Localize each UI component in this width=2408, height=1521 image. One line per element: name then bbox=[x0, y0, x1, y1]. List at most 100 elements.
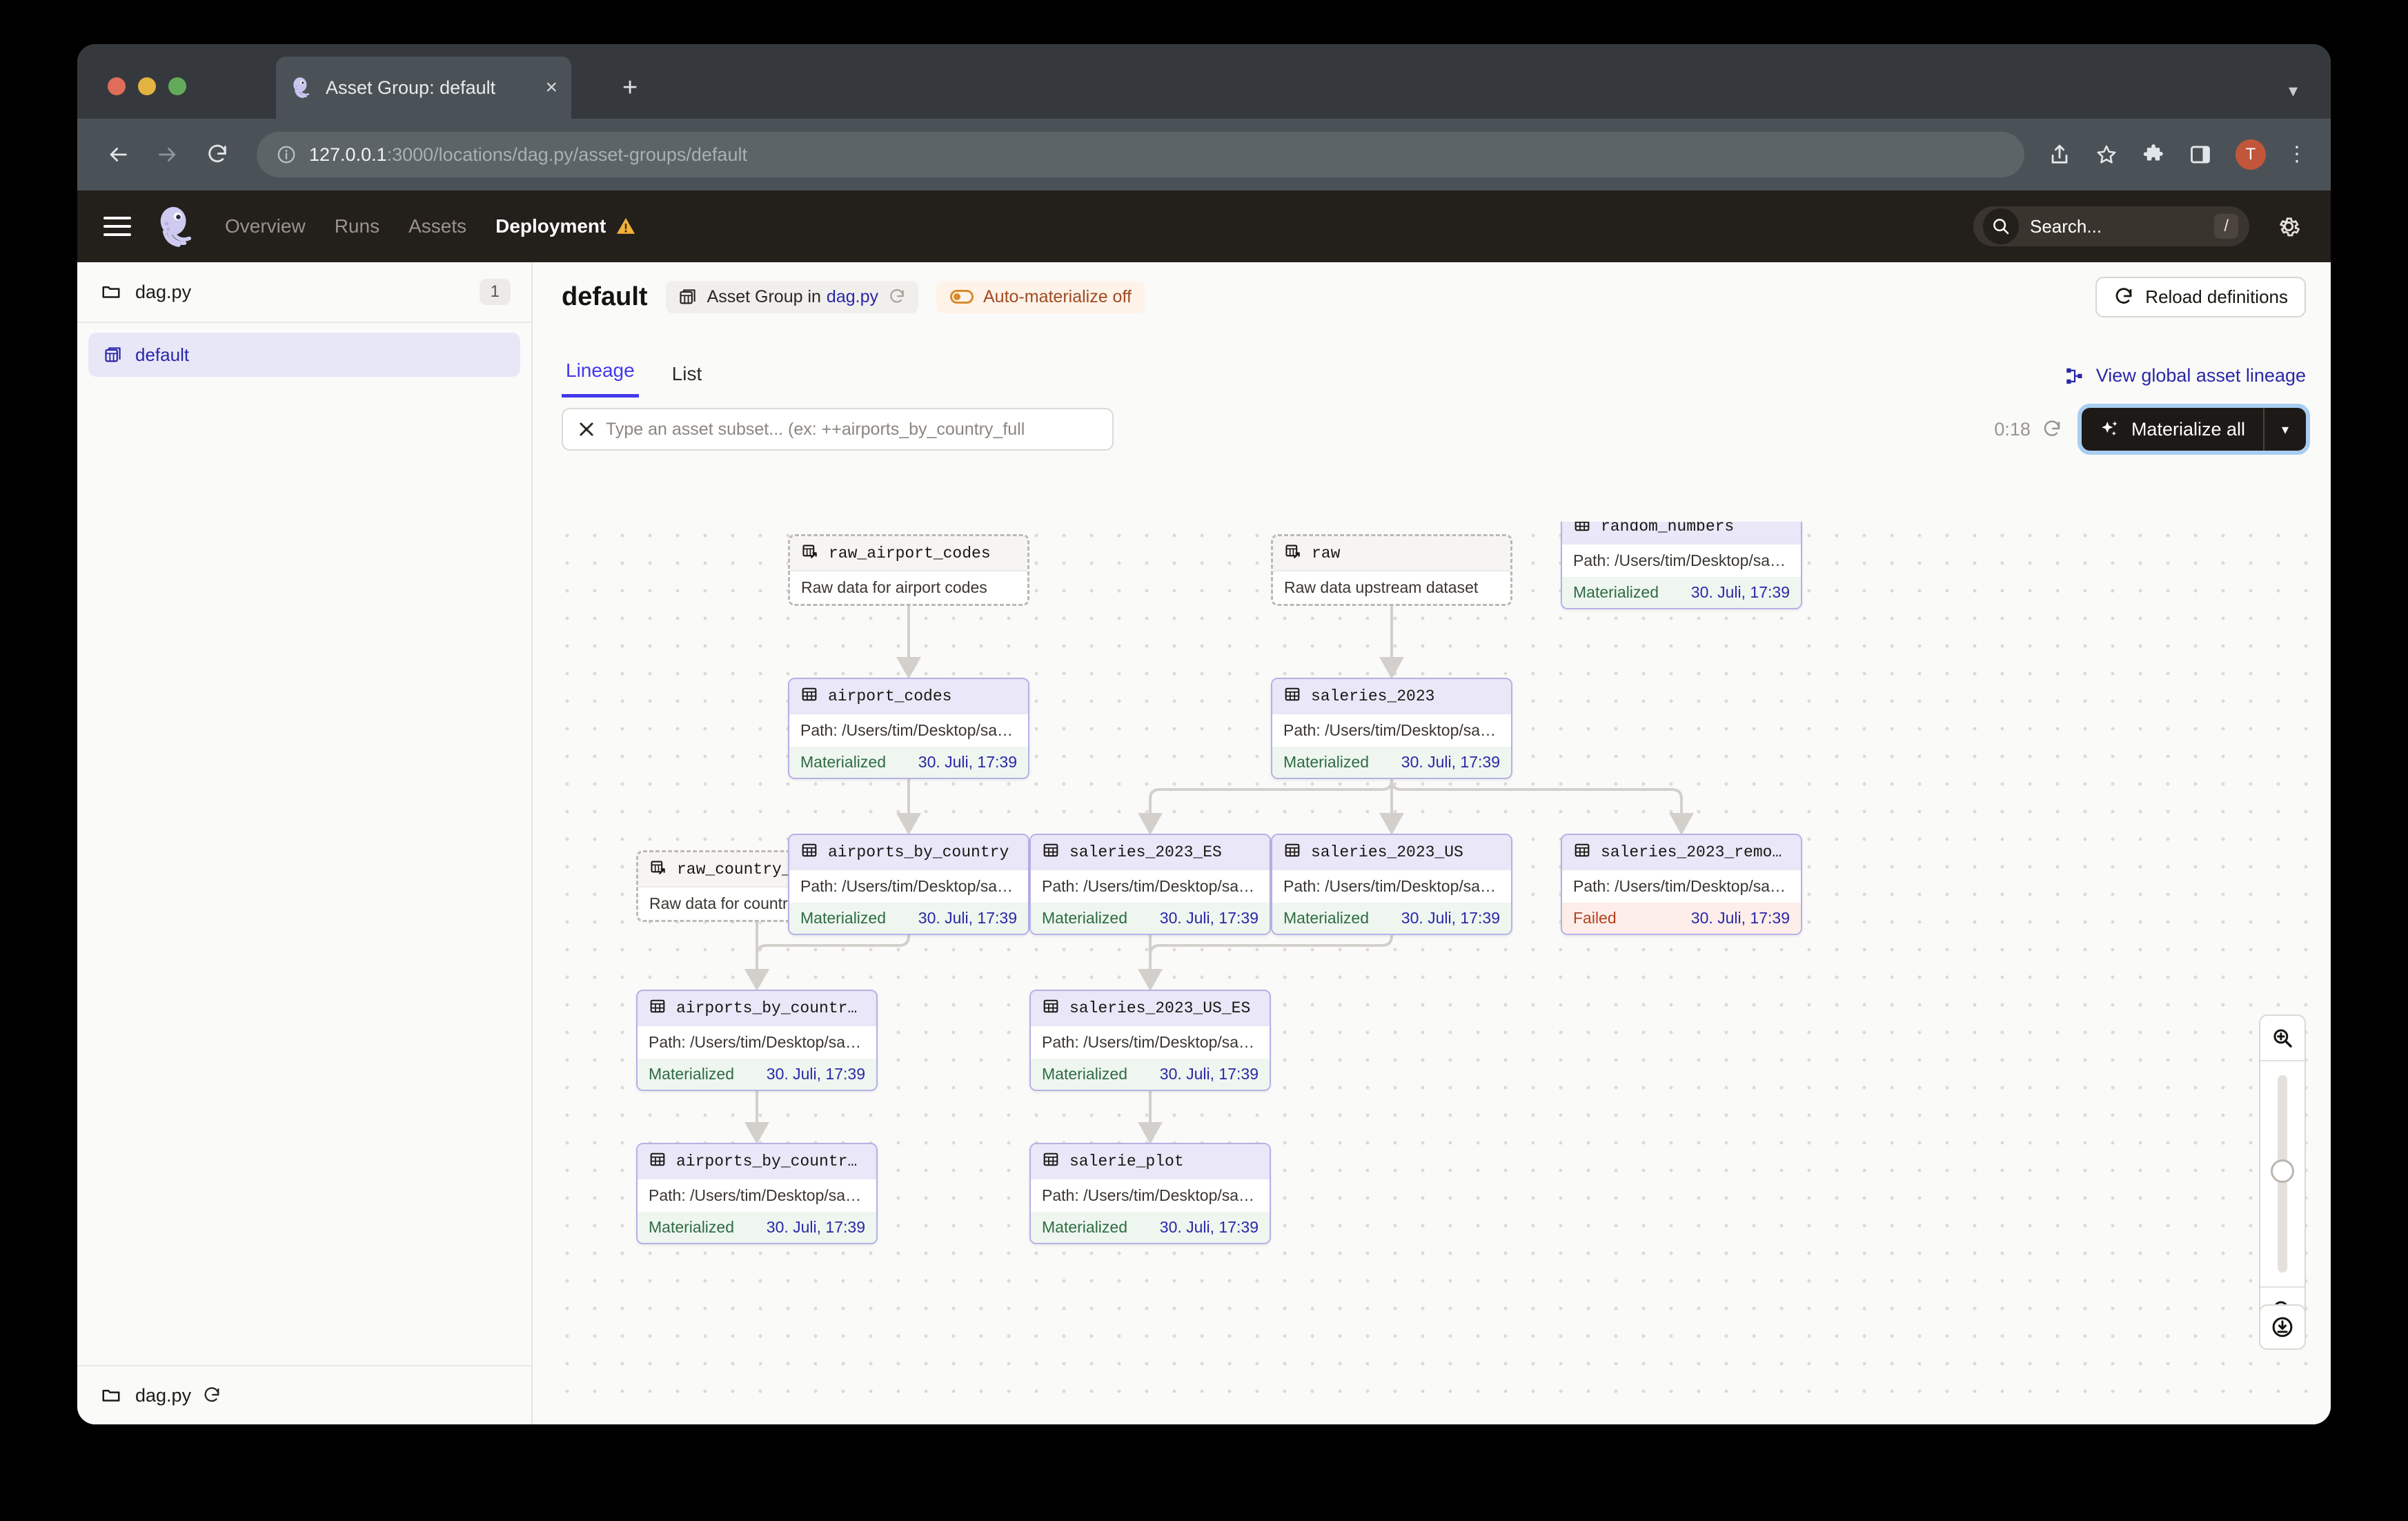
status-timestamp: 30. Juli, 17:39 bbox=[1401, 753, 1500, 772]
status-timestamp: 30. Juli, 17:39 bbox=[1160, 1065, 1259, 1083]
browser-tab[interactable]: Asset Group: default × bbox=[276, 57, 571, 119]
materialize-all-label: Materialize all bbox=[2131, 419, 2245, 440]
window-minimize-button[interactable] bbox=[138, 77, 156, 95]
asset-icon bbox=[1042, 841, 1060, 863]
status-badge: Materialized bbox=[649, 1218, 734, 1237]
asset-node-saleries_2023_remove_salery[interactable]: saleries_2023_remove_salery Path: /Users… bbox=[1561, 834, 1802, 935]
star-icon[interactable] bbox=[2095, 143, 2118, 166]
hamburger-icon[interactable] bbox=[103, 211, 131, 242]
view-global-asset-lineage-label: View global asset lineage bbox=[2096, 365, 2306, 386]
dagster-logo-icon[interactable] bbox=[155, 205, 197, 248]
side-panel-icon[interactable] bbox=[2189, 143, 2212, 166]
plus-icon[interactable]: + bbox=[622, 77, 638, 98]
search-shortcut-key: / bbox=[2214, 214, 2238, 239]
asset-node-random_numbers[interactable]: random_numbers Path: /Users/tim/Desktop/… bbox=[1561, 522, 1802, 609]
zoom-slider-thumb[interactable] bbox=[2271, 1159, 2294, 1183]
gear-icon[interactable] bbox=[2276, 213, 2302, 239]
avatar[interactable]: T bbox=[2236, 139, 2266, 170]
asset-icon bbox=[1573, 841, 1591, 863]
asset-node-raw[interactable]: raw Raw data upstream dataset bbox=[1271, 534, 1512, 606]
status-timestamp: 30. Juli, 17:39 bbox=[918, 909, 1017, 928]
reload-icon[interactable] bbox=[2042, 419, 2062, 440]
asset-node-header: airport_codes bbox=[789, 679, 1028, 714]
kebab-menu-icon[interactable]: ⋮ bbox=[2287, 148, 2307, 161]
download-graph-button[interactable] bbox=[2259, 1304, 2306, 1350]
asset-node-name: salerie_plot bbox=[1069, 1152, 1184, 1170]
asset-node-saleries_2023_ES[interactable]: saleries_2023_ES Path: /Users/tim/Deskto… bbox=[1029, 834, 1271, 935]
automaterialize-label: Auto-materialize off bbox=[983, 287, 1132, 307]
tab-list[interactable]: List bbox=[668, 363, 707, 398]
asset-node-description: Path: /Users/tim/Desktop/sandbox/si... bbox=[1031, 870, 1270, 903]
source-asset-icon bbox=[649, 858, 667, 880]
status-timestamp: 30. Juli, 17:39 bbox=[767, 1065, 865, 1083]
share-icon[interactable] bbox=[2048, 143, 2071, 166]
asset-node-name: airports_by_country_full bbox=[676, 999, 865, 1017]
asset-node-saleries_2023[interactable]: saleries_2023 Path: /Users/tim/Desktop/s… bbox=[1271, 678, 1512, 779]
asset-group-chip: Asset Group in dag.py bbox=[666, 281, 918, 313]
asset-node-salerie_plot[interactable]: salerie_plot Path: /Users/tim/Desktop/sa… bbox=[1029, 1143, 1271, 1244]
automaterialize-status-badge[interactable]: Auto-materialize off bbox=[936, 281, 1145, 313]
asset-node-description: Path: /Users/tim/Desktop/sandbox/si... bbox=[1031, 1179, 1270, 1212]
status-timestamp: 30. Juli, 17:39 bbox=[1160, 1218, 1259, 1237]
sidebar-item-default[interactable]: default bbox=[88, 333, 520, 377]
dagster-app: Overview Runs Assets Deployment Search..… bbox=[77, 190, 2331, 1424]
asset-node-header: airports_by_country_plot bbox=[638, 1144, 876, 1179]
refresh-timer: 0:18 bbox=[1994, 419, 2031, 440]
asset-node-saleries_2023_US[interactable]: saleries_2023_US Path: /Users/tim/Deskto… bbox=[1271, 834, 1512, 935]
window-close-button[interactable] bbox=[108, 77, 126, 95]
chevron-down-icon[interactable]: ▾ bbox=[2289, 80, 2298, 101]
nav-link-deployment[interactable]: Deployment bbox=[495, 215, 606, 237]
asset-group-icon bbox=[103, 345, 123, 364]
asset-node-airports_by_country_plot[interactable]: airports_by_country_plot Path: /Users/ti… bbox=[636, 1143, 878, 1244]
url-host: 127.0.0.1 bbox=[309, 144, 387, 165]
asset-node-status-row: Materialized 30. Juli, 17:39 bbox=[1272, 903, 1511, 934]
address-bar[interactable]: 127.0.0.1:3000/locations/dag.py/asset-gr… bbox=[257, 132, 2024, 177]
page-header: default Asset Group in dag.py bbox=[533, 262, 2331, 331]
zoom-in-button[interactable] bbox=[2260, 1016, 2305, 1060]
zoom-slider[interactable] bbox=[2260, 1060, 2305, 1288]
reload-definitions-button[interactable]: Reload definitions bbox=[2095, 277, 2306, 317]
asset-node-header: raw_airport_codes bbox=[790, 536, 1027, 571]
sidebar-footer[interactable]: dag.py bbox=[77, 1365, 531, 1424]
nav-link-runs[interactable]: Runs bbox=[335, 215, 379, 237]
arrow-left-icon[interactable] bbox=[106, 143, 130, 166]
asset-node-raw_airport_codes[interactable]: raw_airport_codes Raw data for airport c… bbox=[788, 534, 1029, 606]
folder-icon bbox=[101, 282, 121, 302]
app-body: dag.py 1 default dag.py bbox=[77, 262, 2331, 1424]
sidebar-footer-name: dag.py bbox=[135, 1385, 191, 1406]
asset-node-description: Path: /Users/tim/Desktop/sandbox/si... bbox=[1272, 714, 1511, 747]
view-tabs: Lineage List View global asset lineage bbox=[533, 331, 2331, 398]
tab-lineage[interactable]: Lineage bbox=[562, 360, 639, 398]
asset-node-airports_by_country[interactable]: airports_by_country Path: /Users/tim/Des… bbox=[788, 834, 1029, 935]
materialize-all-button[interactable]: Materialize all bbox=[2082, 408, 2263, 451]
asset-node-airports_by_country_full[interactable]: airports_by_country_full Path: /Users/ti… bbox=[636, 990, 878, 1091]
sidebar-location-row[interactable]: dag.py 1 bbox=[77, 262, 531, 323]
nav-link-assets[interactable]: Assets bbox=[408, 215, 466, 237]
source-asset-icon bbox=[801, 542, 819, 564]
view-global-asset-lineage-link[interactable]: View global asset lineage bbox=[2064, 365, 2306, 398]
nav-link-overview[interactable]: Overview bbox=[225, 215, 306, 237]
status-badge: Materialized bbox=[1042, 1218, 1127, 1237]
asset-node-name: saleries_2023 bbox=[1311, 687, 1434, 705]
asset-group-chip-link[interactable]: dag.py bbox=[827, 287, 878, 307]
asset-node-saleries_2023_US_ES[interactable]: saleries_2023_US_ES Path: /Users/tim/Des… bbox=[1029, 990, 1271, 1091]
asset-icon bbox=[1283, 685, 1301, 707]
arrow-right-icon[interactable] bbox=[156, 143, 179, 166]
reload-icon[interactable] bbox=[202, 1386, 221, 1405]
puzzle-icon[interactable] bbox=[2142, 143, 2165, 166]
asset-lineage-graph[interactable]: raw_airport_codes Raw data for airport c… bbox=[553, 522, 2331, 1408]
reload-icon[interactable] bbox=[206, 143, 229, 166]
asset-subset-input[interactable]: Type an asset subset... (ex: ++airports_… bbox=[562, 408, 1114, 451]
asset-node-airport_codes[interactable]: airport_codes Path: /Users/tim/Desktop/s… bbox=[788, 678, 1029, 779]
reload-icon[interactable] bbox=[888, 288, 906, 306]
window-maximize-button[interactable] bbox=[168, 77, 186, 95]
close-icon[interactable]: × bbox=[545, 77, 557, 98]
main-content: default Asset Group in dag.py bbox=[533, 262, 2331, 1424]
asset-node-header: saleries_2023_remove_salery bbox=[1562, 835, 1801, 870]
status-badge: Materialized bbox=[800, 753, 886, 772]
materialize-options-dropdown[interactable]: ▾ bbox=[2263, 408, 2306, 451]
url-text: 127.0.0.1:3000/locations/dag.py/asset-gr… bbox=[309, 144, 747, 166]
asset-icon bbox=[800, 685, 818, 707]
global-search-box[interactable]: Search... / bbox=[1973, 206, 2249, 246]
zoom-controls bbox=[2259, 1014, 2306, 1333]
